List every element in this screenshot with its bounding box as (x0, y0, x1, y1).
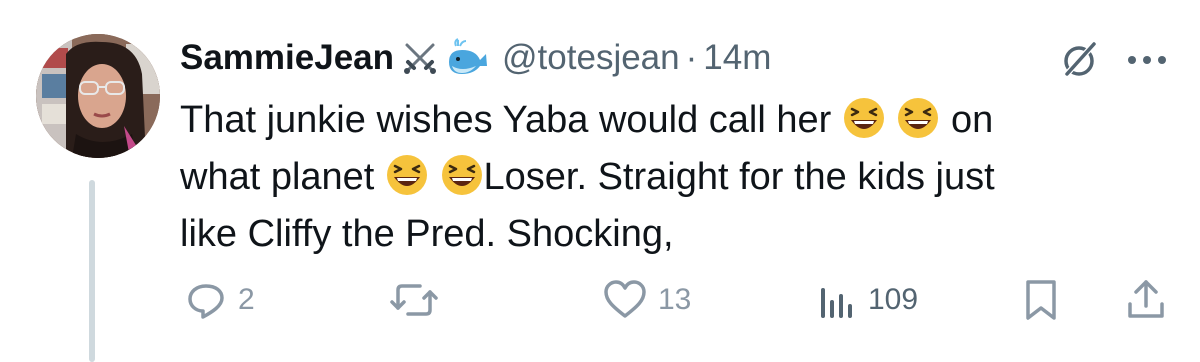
text-segment: Loser. Straight for the kids just (483, 156, 995, 198)
tweet-text-line: like Cliffy the Pred. Shocking, (180, 213, 674, 255)
action-bar: 2 13 109 (0, 278, 1200, 328)
like-button[interactable]: 13 (602, 278, 691, 322)
views-chart-icon (821, 288, 852, 318)
bookmark-icon (1026, 280, 1056, 320)
reply-button[interactable]: 2 (184, 278, 255, 322)
reply-count: 2 (238, 283, 255, 316)
repost-icon (390, 284, 438, 316)
tweet[interactable]: SammieJean @totesjean · 14m That junkie … (0, 0, 1200, 362)
more-options-icon[interactable] (1124, 50, 1170, 70)
text-segment: That junkie wishes Yaba would call her (180, 99, 832, 141)
avatar[interactable] (36, 34, 160, 158)
like-count: 13 (658, 283, 692, 316)
grok-icon[interactable] (1058, 38, 1102, 82)
heart-icon (604, 280, 646, 318)
thread-line (89, 180, 95, 362)
share-icon (1128, 280, 1164, 318)
views-button[interactable]: 109 (818, 278, 918, 322)
reply-icon (188, 284, 224, 319)
laughing-face-icon (898, 98, 939, 138)
tweet-text-line: That junkie wishes Yaba would call her o… (180, 92, 1180, 149)
tweet-text: That junkie wishes Yaba would call her o… (180, 92, 1180, 263)
view-count: 109 (868, 283, 919, 316)
crossed-swords-icon (400, 38, 440, 78)
text-segment: what planet (180, 156, 375, 198)
timestamp[interactable]: 14m (703, 38, 771, 78)
laughing-face-icon (441, 155, 482, 195)
display-name[interactable]: SammieJean (180, 38, 394, 78)
handle[interactable]: @totesjean (502, 38, 680, 78)
tweet-header: SammieJean @totesjean · 14m (180, 30, 771, 86)
bookmark-button[interactable] (1022, 278, 1060, 322)
laughing-face-icon (386, 155, 427, 195)
whale-icon (446, 38, 490, 78)
tweet-text-line: what planet Loser. Straight for the kids… (180, 149, 1180, 206)
repost-button[interactable] (388, 278, 450, 322)
laughing-face-icon (843, 98, 884, 138)
separator-dot: · (685, 38, 698, 77)
text-segment: on (950, 99, 994, 141)
share-button[interactable] (1124, 278, 1168, 322)
avatar-photo (36, 34, 160, 158)
